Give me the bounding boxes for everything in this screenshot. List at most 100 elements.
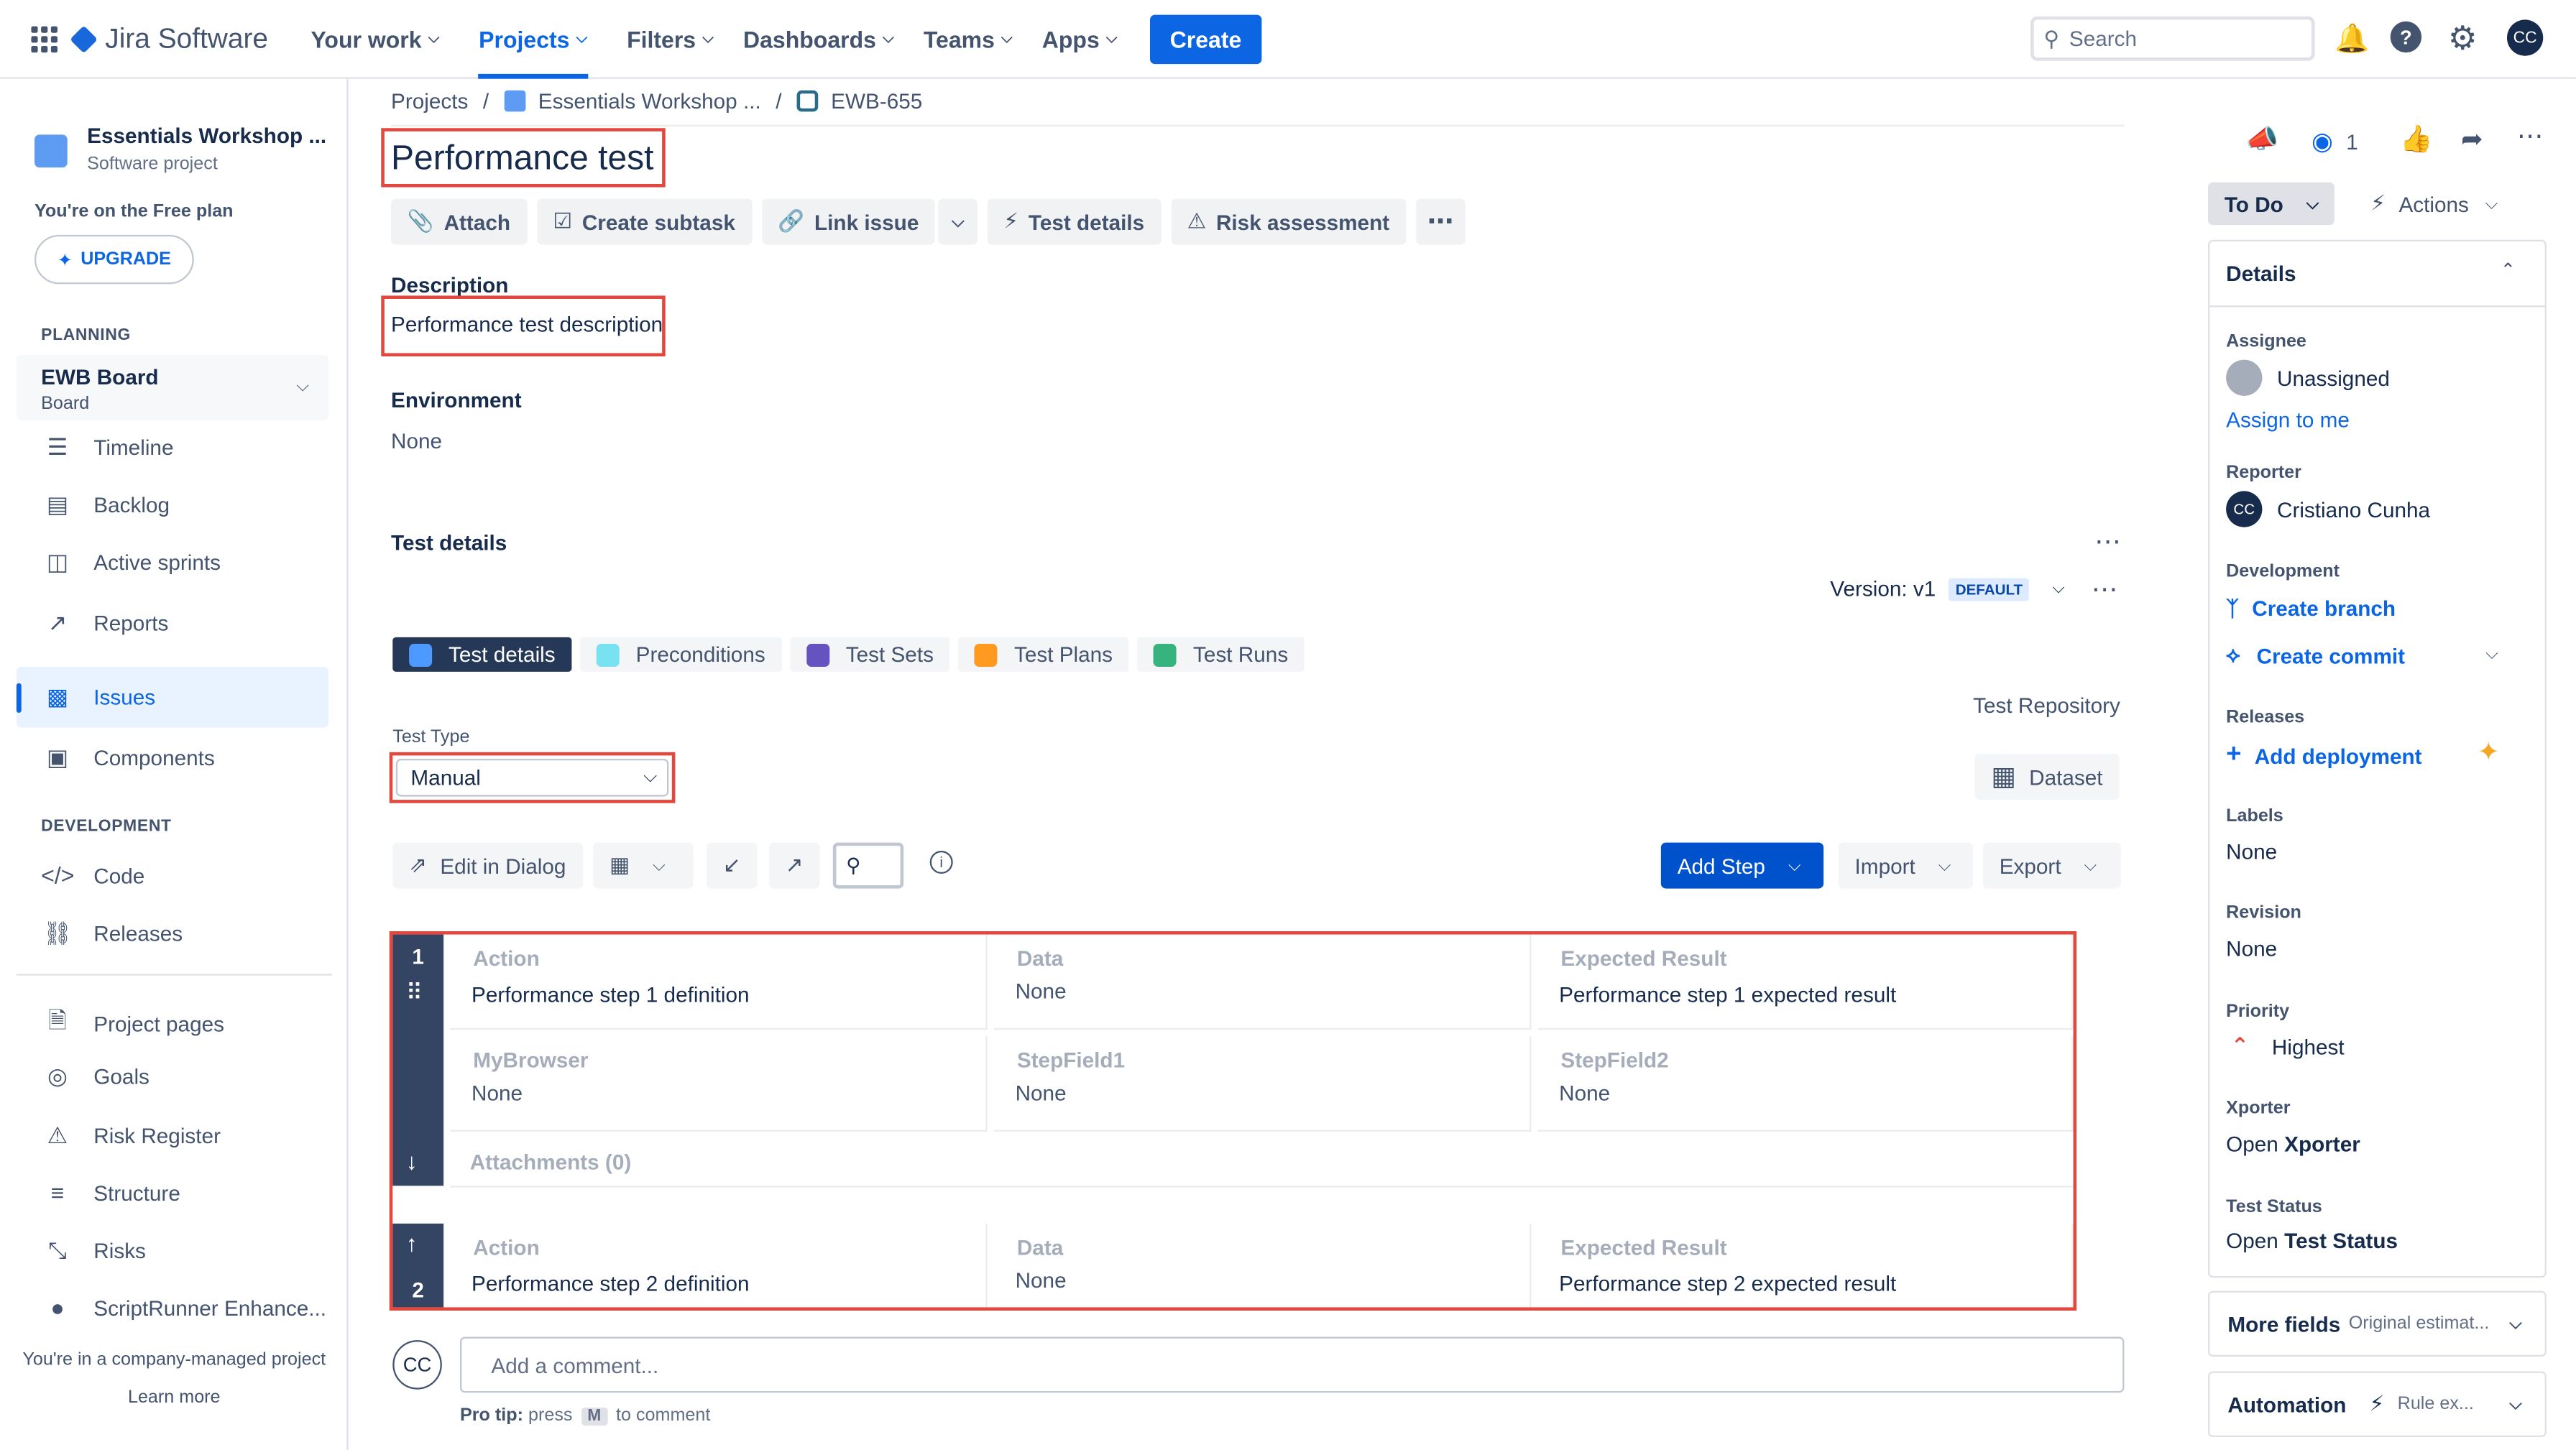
learn-more-link[interactable]: Learn more <box>0 1387 349 1407</box>
tab-test-sets[interactable]: Test Sets <box>790 637 950 672</box>
share-icon[interactable]: ➦ <box>2461 123 2483 156</box>
create-subtask-button[interactable]: ☑ Create subtask <box>536 198 752 245</box>
nav-your-work[interactable]: Your work ⌵ <box>310 0 439 78</box>
test-details-more-icon[interactable]: ⋯ <box>2094 525 2121 558</box>
link-issue-button[interactable]: 🔗 Link issue <box>761 198 936 245</box>
info-icon[interactable]: i <box>929 850 953 874</box>
collapse-icon[interactable]: ↙ <box>706 842 758 889</box>
breadcrumb-project[interactable]: Essentials Workshop ... <box>538 88 761 113</box>
dataset-button[interactable]: ▦ Dataset <box>1974 754 2120 800</box>
chevron-down-icon[interactable]: ⌵ <box>2485 645 2498 663</box>
watch-button[interactable]: ◉ 1 <box>2312 126 2358 156</box>
lightning-icon: ⚡ <box>2370 190 2386 216</box>
version-selector[interactable]: Version: v1 DEFAULT ⌵ <box>1830 576 2064 601</box>
sidebar-item-structure[interactable]: ≡ Structure <box>41 1179 180 1206</box>
sidebar-item-active-sprints[interactable]: ◫ Active sprints <box>41 548 221 576</box>
sidebar-item-project-pages[interactable]: 🗎 Project pages <box>41 1004 224 1043</box>
comment-avatar: CC <box>392 1340 442 1390</box>
chevron-up-icon[interactable]: ⌃ <box>2501 259 2516 280</box>
export-button[interactable]: Export ⌵ <box>1982 842 2121 889</box>
tab-preconditions[interactable]: Preconditions <box>579 637 782 672</box>
sidebar-item-backlog[interactable]: ▤ Backlog <box>41 491 170 519</box>
search-input[interactable]: ⚲ Search <box>2030 16 2315 61</box>
issues-icon: ▩ <box>46 683 69 710</box>
nav-teams[interactable]: Teams ⌵ <box>924 0 1013 78</box>
board-selector[interactable]: EWB Board Board ⌵ <box>16 354 329 421</box>
risk-assessment-button[interactable]: ⚠ Risk assessment <box>1170 198 1406 245</box>
project-header[interactable]: Essentials Workshop ... Software project <box>34 123 326 174</box>
sidebar-item-releases[interactable]: ⛓ Releases <box>41 920 183 948</box>
test-details-button[interactable]: ⚡ Test details <box>987 198 1162 245</box>
sidebar-item-goals[interactable]: ◎ Goals <box>41 1063 150 1091</box>
create-branch-link[interactable]: ᛉ Create branch <box>2226 596 2396 621</box>
help-icon[interactable]: ? <box>2390 21 2422 53</box>
nav-apps[interactable]: Apps ⌵ <box>1042 0 1118 78</box>
sidebar-item-risks[interactable]: ⤡ Risks <box>41 1237 146 1265</box>
steps-search-input[interactable]: ⚲ <box>832 842 904 889</box>
tab-test-plans[interactable]: Test Plans <box>958 637 1129 672</box>
breadcrumb-projects[interactable]: Projects <box>391 88 468 113</box>
test-issue-icon <box>796 90 818 112</box>
test-type-select[interactable]: Manual ⌵ <box>395 758 669 797</box>
sidebar-item-code[interactable]: </> Code <box>41 862 144 889</box>
like-icon[interactable]: 👍 <box>2400 123 2433 156</box>
create-button[interactable]: Create <box>1150 14 1261 63</box>
reporter-field[interactable]: CC Cristiano Cunha <box>2226 491 2430 527</box>
breadcrumb-issue[interactable]: EWB-655 <box>831 88 922 113</box>
issue-title[interactable]: Performance test <box>391 139 653 179</box>
reporter-label: Reporter <box>2226 463 2301 483</box>
details-heading[interactable]: Details <box>2226 261 2296 285</box>
status-dropdown[interactable]: To Do ⌵ <box>2207 182 2334 226</box>
actions-dropdown[interactable]: ⚡ Actions ⌵ <box>2370 190 2498 217</box>
upgrade-button[interactable]: ✦ UPGRADE <box>34 234 194 285</box>
assignee-field[interactable]: Unassigned <box>2226 359 2390 396</box>
attach-button[interactable]: 📎 Attach <box>390 198 527 245</box>
version-default-badge: DEFAULT <box>1949 577 2030 601</box>
jira-logo[interactable]: Jira Software <box>70 22 268 55</box>
notifications-icon[interactable]: 🔔 <box>2334 23 2369 56</box>
chevron-down-icon: ⌵ <box>1938 856 1951 875</box>
ai-sparkle-icon[interactable]: ✦ <box>2478 736 2500 769</box>
test-repository-link[interactable]: Test Repository <box>1973 693 2120 718</box>
open-xporter-link[interactable]: Open Xporter <box>2226 1132 2360 1156</box>
more-fields-section[interactable]: More fields Original estimat... ⌵ <box>2207 1290 2547 1357</box>
more-actions-icon[interactable]: ⋯ <box>1415 198 1466 245</box>
link-issue-dropdown[interactable]: ⌵ <box>938 198 978 245</box>
add-step-button[interactable]: Add Step ⌵ <box>1660 842 1824 889</box>
user-avatar[interactable]: CC <box>2506 19 2544 56</box>
environment-value[interactable]: None <box>391 429 442 453</box>
more-icon[interactable]: ⋯ <box>2517 120 2544 153</box>
nav-filters[interactable]: Filters ⌵ <box>627 0 714 78</box>
automation-section[interactable]: Automation ⚡ Rule ex... ⌵ <box>2207 1371 2547 1437</box>
comment-input[interactable]: Add a comment... <box>459 1336 2125 1393</box>
sidebar-item-components[interactable]: ▣ Components <box>41 744 215 772</box>
chevron-down-icon: ⌵ <box>2052 579 2065 598</box>
revision-value[interactable]: None <box>2226 936 2277 961</box>
open-test-status-link[interactable]: Open Test Status <box>2226 1229 2398 1253</box>
settings-gear-icon[interactable]: ⚙ <box>2448 18 2478 59</box>
sidebar-item-risk-register[interactable]: ⚠ Risk Register <box>41 1122 221 1150</box>
labels-value[interactable]: None <box>2226 839 2277 864</box>
priority-field[interactable]: ⌃ Highest <box>2226 1033 2345 1060</box>
view-mode-dropdown[interactable]: ▦ ⌵ <box>593 842 694 889</box>
create-commit-link[interactable]: ⟡ Create commit <box>2226 642 2405 669</box>
version-more-icon[interactable]: ⋯ <box>2092 573 2118 606</box>
app-switcher-icon[interactable] <box>31 25 58 52</box>
feedback-megaphone-icon[interactable]: 📣 <box>2246 123 2279 156</box>
test-run-icon <box>1154 642 1177 666</box>
nav-projects[interactable]: Projects ⌵ <box>479 0 588 78</box>
unassigned-avatar-icon <box>2226 359 2263 396</box>
assign-to-me-link[interactable]: Assign to me <box>2226 407 2350 432</box>
sidebar-item-timeline[interactable]: ☰ Timeline <box>41 433 174 461</box>
nav-dashboards[interactable]: Dashboards ⌵ <box>743 0 894 78</box>
add-deployment-link[interactable]: + Add deployment <box>2226 741 2421 770</box>
sidebar-item-scriptrunner[interactable]: ● ScriptRunner Enhance... <box>41 1294 326 1321</box>
expand-icon[interactable]: ↗ <box>768 842 820 889</box>
sidebar-item-reports[interactable]: ↗ Reports <box>41 609 169 637</box>
description-text[interactable]: Performance test description <box>391 312 663 336</box>
tab-test-details[interactable]: Test details <box>392 637 572 672</box>
import-button[interactable]: Import ⌵ <box>1838 842 1974 889</box>
tab-test-runs[interactable]: Test Runs <box>1137 637 1305 672</box>
edit-in-dialog-button[interactable]: ⇗ Edit in Dialog <box>392 842 583 889</box>
sidebar-item-issues[interactable]: ▩ Issues <box>16 666 329 728</box>
